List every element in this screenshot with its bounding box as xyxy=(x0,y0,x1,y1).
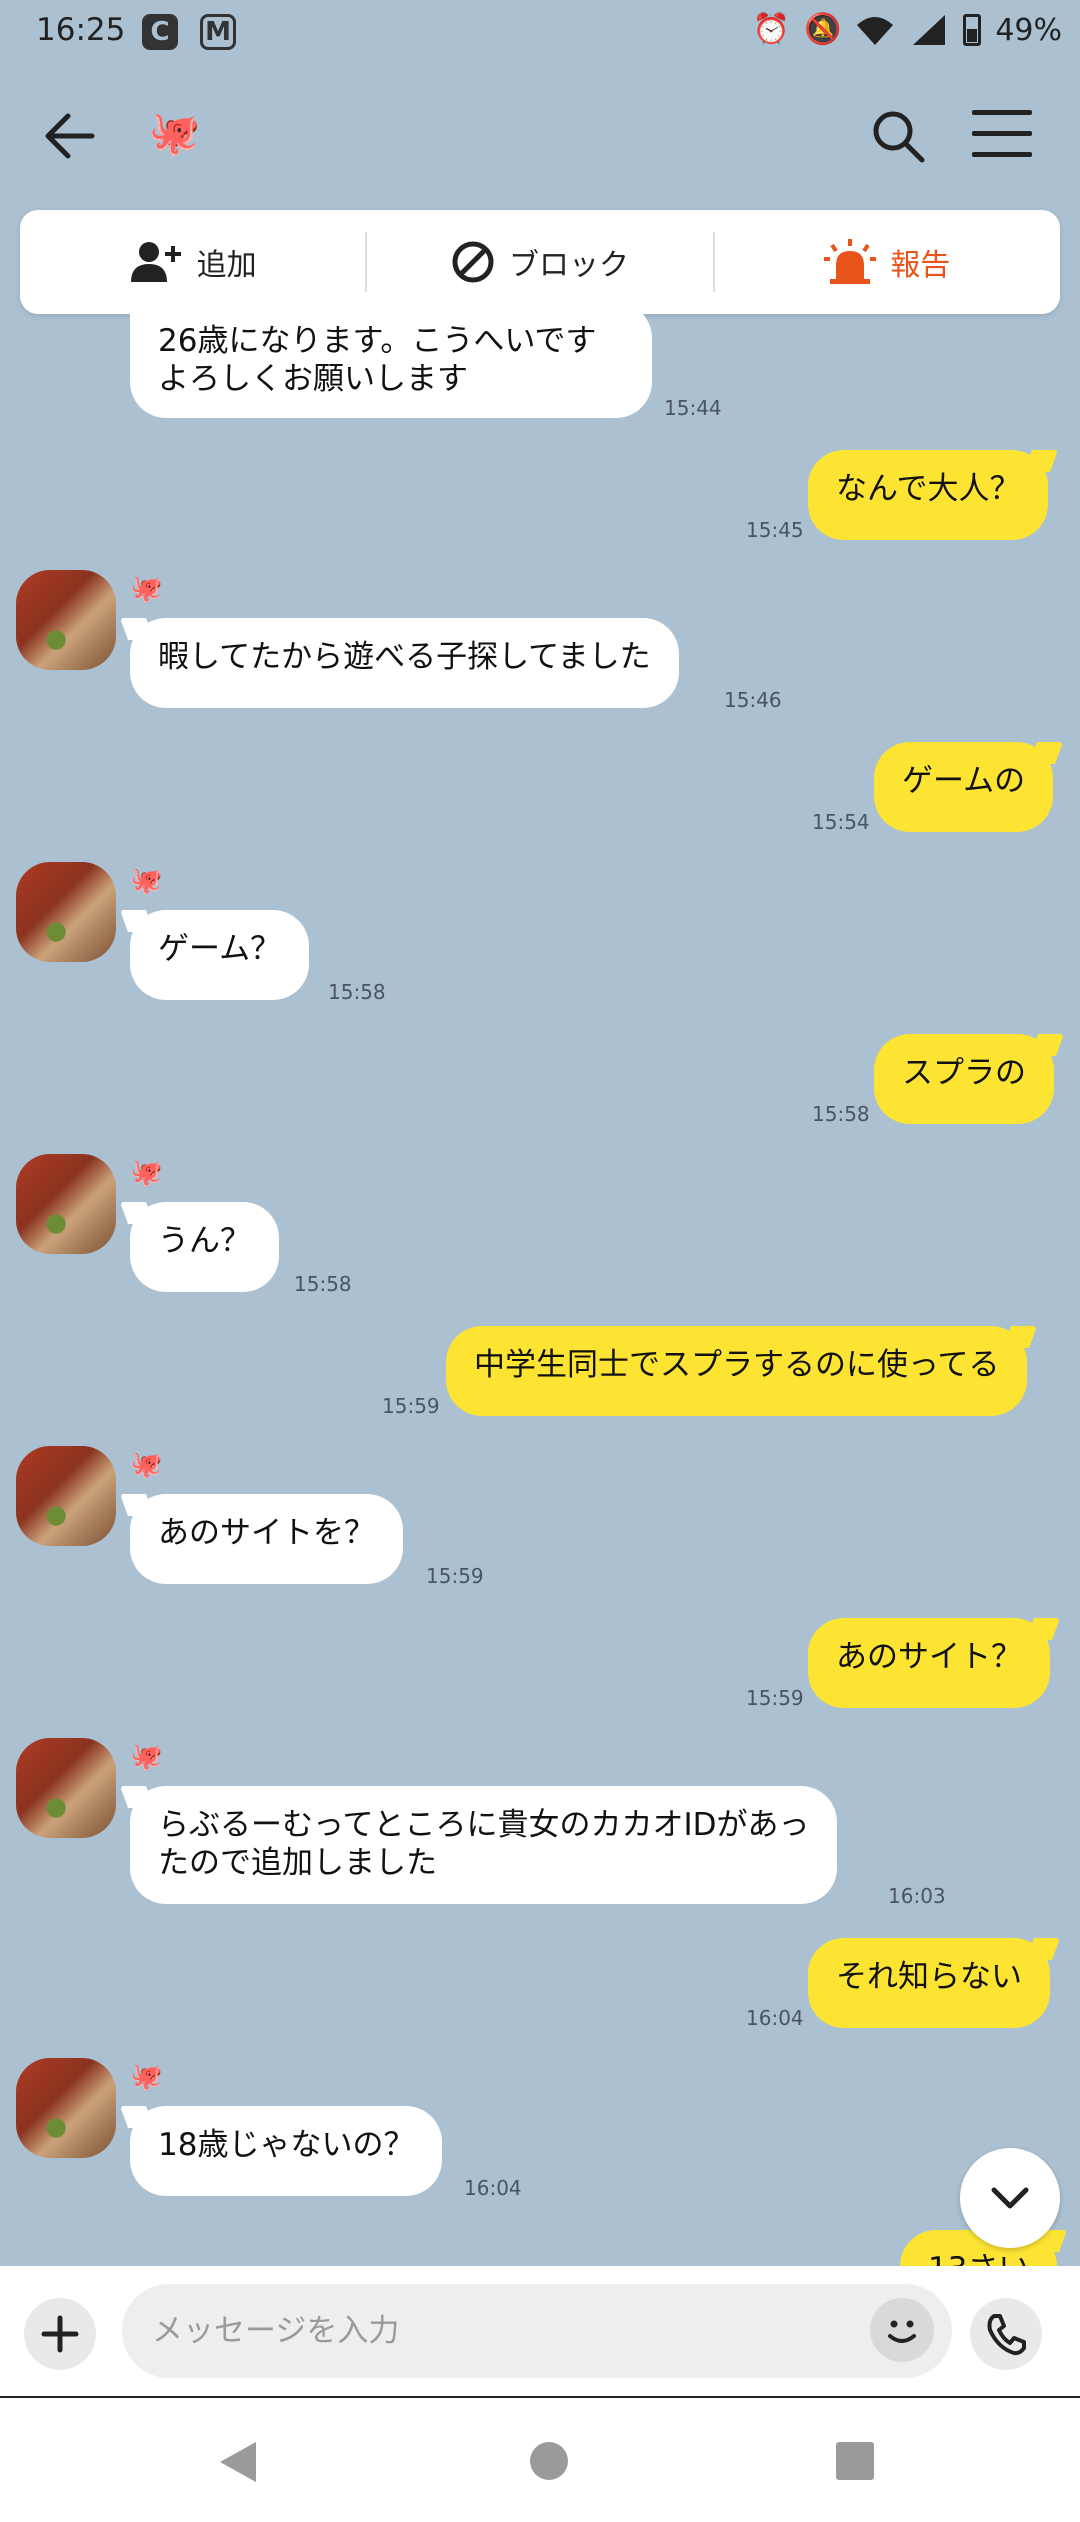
message-text: 18歳じゃないの？ xyxy=(158,2127,415,2163)
status-icons: ⏰ 🔕 49% xyxy=(753,12,1062,48)
status-time: 16:25 xyxy=(36,12,126,48)
message-bubble-sent[interactable]: それ知らない xyxy=(808,1938,1050,2028)
message-text: 中学生同士でスプラするのに使ってる xyxy=(474,1347,1000,1383)
message-text: それ知らない xyxy=(836,1959,1022,1995)
chevron-down-icon xyxy=(991,2187,1029,2209)
scroll-to-bottom-button[interactable] xyxy=(960,2148,1060,2248)
message-input-bar: メッセージを入力 xyxy=(0,2266,1080,2396)
plus-icon xyxy=(41,2315,79,2353)
message-time: 15:59 xyxy=(382,1394,440,1418)
hamburger-line xyxy=(972,131,1032,136)
sender-name: 🐙 xyxy=(130,1450,163,1480)
message-text: あのサイト？ xyxy=(836,1639,1022,1675)
phone-icon xyxy=(987,2314,1026,2356)
avatar[interactable] xyxy=(16,570,116,670)
message-bubble-sent[interactable]: ゲームの xyxy=(874,742,1054,832)
message-text: あのサイトを？ xyxy=(158,1515,375,1551)
message-time: 15:58 xyxy=(812,1102,870,1126)
search-icon xyxy=(873,111,925,163)
chat-title: 🐙 xyxy=(148,108,201,157)
emoticon-button[interactable] xyxy=(870,2298,934,2362)
message-bubble-received[interactable]: 18歳じゃないの？ xyxy=(130,2106,443,2196)
cutoff-region: 13さい xyxy=(0,2220,1080,2266)
message-time: 15:59 xyxy=(426,1564,484,1588)
alarm-icon: ⏰ xyxy=(752,12,790,47)
menu-button[interactable] xyxy=(972,110,1032,162)
sender-name: 🐙 xyxy=(130,1158,163,1188)
message-bubble-received[interactable]: うん？ xyxy=(130,1202,279,1292)
wifi-icon xyxy=(857,17,894,45)
mute-icon: 🔕 xyxy=(803,12,842,47)
message-time: 16:03 xyxy=(888,1884,946,1908)
sender-name: 🐙 xyxy=(130,1742,163,1772)
message-bubble-received[interactable]: ゲーム？ xyxy=(130,910,310,1000)
message-time: 15:59 xyxy=(746,1686,804,1710)
message-bubble-received[interactable]: らぶるーむってところに貴女のカカオIDがあっ たので追加しました xyxy=(130,1786,838,1904)
message-text: なんで大人？ xyxy=(836,471,1021,507)
battery-icon xyxy=(963,14,982,46)
gmail-icon: M xyxy=(200,14,236,50)
message-time: 15:58 xyxy=(328,980,386,1004)
message-time: 15:54 xyxy=(812,810,870,834)
message-time: 15:44 xyxy=(664,396,722,420)
message-bubble-sent[interactable]: なんで大人？ xyxy=(808,450,1049,540)
battery-percent: 49% xyxy=(995,12,1062,48)
chat-header: 🐙 xyxy=(0,90,1080,180)
hamburger-icon xyxy=(972,110,1032,115)
message-input[interactable]: メッセージを入力 xyxy=(122,2284,952,2378)
hamburger-line xyxy=(972,152,1032,157)
message-time: 15:45 xyxy=(746,518,804,542)
message-bubble-sent[interactable]: 中学生同士でスプラするのに使ってる xyxy=(446,1326,1028,1416)
sender-name: 🐙 xyxy=(130,866,163,896)
app-c-icon: C xyxy=(142,14,178,50)
message-text: よろしくお願いします xyxy=(158,361,468,397)
message-bubble-sent[interactable]: あのサイト？ xyxy=(808,1618,1050,1708)
message-text: たので追加しました xyxy=(158,1845,437,1881)
message-time: 15:46 xyxy=(724,688,782,712)
sender-name: 🐙 xyxy=(130,2062,163,2092)
message-bubble-received[interactable]: 26歳になります。こうへいです よろしくお願いします xyxy=(130,302,652,418)
arrow-left-icon xyxy=(45,113,95,159)
message-time: 15:58 xyxy=(294,1272,352,1296)
message-bubble-received[interactable]: あのサイトを？ xyxy=(130,1494,403,1584)
signal-icon xyxy=(913,15,946,45)
message-text: 26歳になります。こうへいです xyxy=(158,323,597,359)
status-bar: 16:25 C M ⏰ 🔕 49% xyxy=(0,0,1080,64)
sender-name: 🐙 xyxy=(130,574,163,604)
message-text: ゲーム？ xyxy=(158,931,282,967)
attach-button[interactable] xyxy=(24,2298,96,2370)
message-text: 13さい xyxy=(928,2251,1029,2266)
system-nav-bar xyxy=(0,2396,1080,2522)
message-text: 暇してたから遊べる子探してました xyxy=(158,639,651,675)
message-time: 16:04 xyxy=(464,2176,522,2200)
call-button[interactable] xyxy=(970,2298,1042,2370)
smile-icon xyxy=(888,2320,916,2343)
action-bar-overlay xyxy=(20,210,1060,314)
message-text: らぶるーむってところに貴女のカカオIDがあっ xyxy=(158,1807,810,1843)
nav-home-icon[interactable] xyxy=(530,2442,568,2480)
message-bubble-received[interactable]: 暇してたから遊べる子探してました xyxy=(130,618,679,708)
nav-back-icon[interactable] xyxy=(220,2442,256,2482)
avatar[interactable] xyxy=(16,862,116,962)
message-time: 16:04 xyxy=(746,2006,804,2030)
nav-recents-icon[interactable] xyxy=(836,2442,874,2480)
search-button[interactable] xyxy=(868,106,928,166)
avatar[interactable] xyxy=(16,1446,116,1546)
message-text: うん？ xyxy=(158,1223,251,1259)
message-text: スプラの xyxy=(902,1055,1026,1091)
message-text: ゲームの xyxy=(902,763,1026,799)
back-button[interactable] xyxy=(42,108,102,168)
avatar[interactable] xyxy=(16,1154,116,1254)
avatar[interactable] xyxy=(16,2058,116,2158)
avatar[interactable] xyxy=(16,1738,116,1838)
message-bubble-sent[interactable]: スプラの xyxy=(874,1034,1054,1124)
